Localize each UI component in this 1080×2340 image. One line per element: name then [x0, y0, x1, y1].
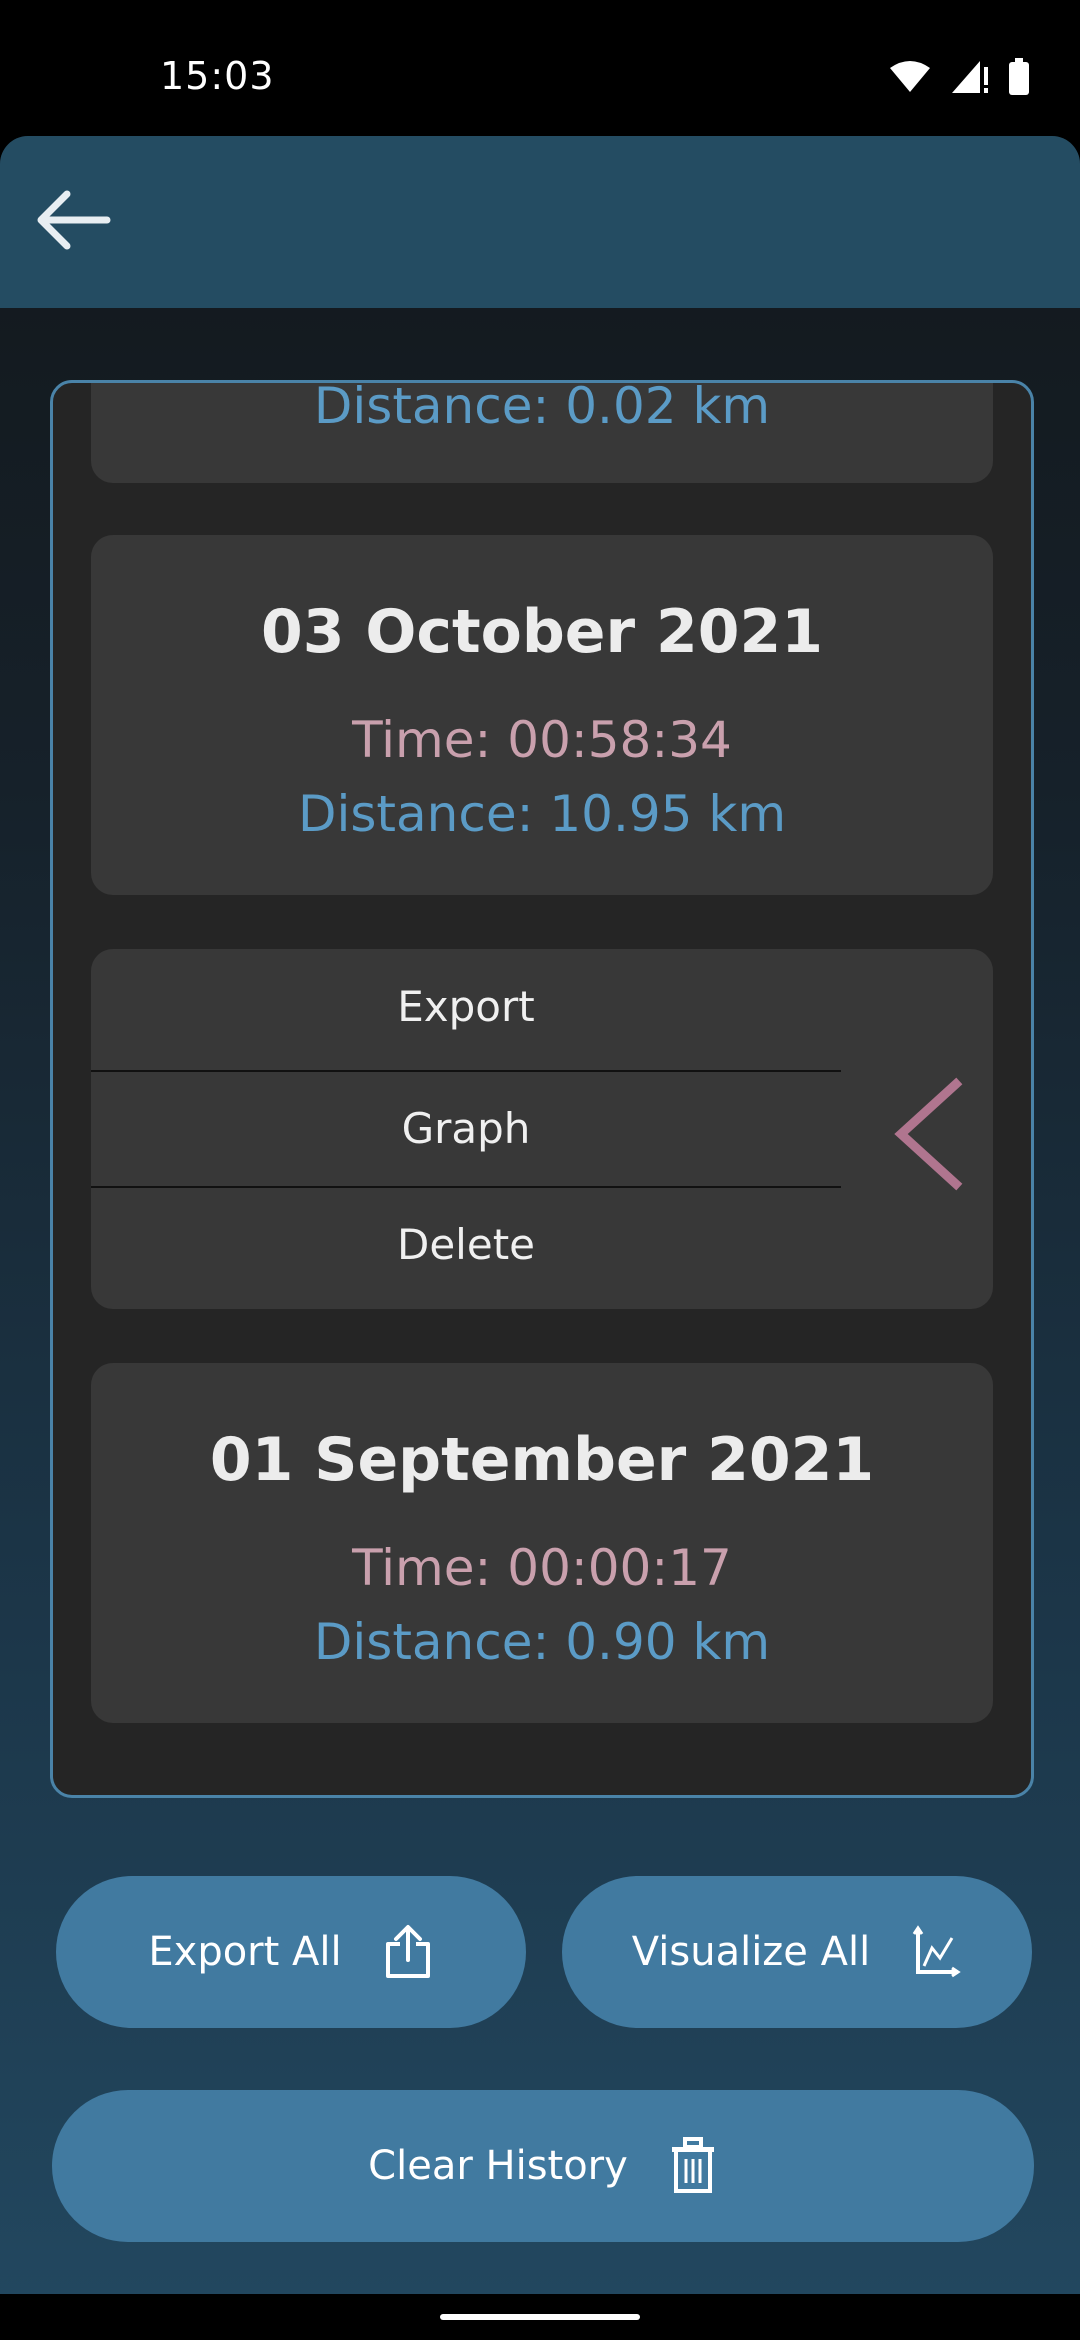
- history-card[interactable]: 01 September 2021 Time: 00:00:17 Distanc…: [91, 1363, 993, 1723]
- history-card[interactable]: 03 October 2021 Time: 00:58:34 Distance:…: [91, 535, 993, 895]
- clear-history-label: Clear History: [368, 2143, 628, 2189]
- card-distance: Distance: 0.02 km: [313, 380, 771, 435]
- trash-icon: [668, 2137, 718, 2195]
- app-bar: [0, 136, 1080, 308]
- export-all-label: Export All: [148, 1929, 342, 1975]
- chevron-left-icon: [871, 1077, 981, 1203]
- card-distance: Distance: 0.90 km: [313, 1613, 771, 1671]
- export-all-button[interactable]: Export All: [56, 1876, 526, 2028]
- delete-menu-item[interactable]: Delete: [91, 1187, 841, 1302]
- history-list[interactable]: Distance: 0.02 km 03 October 2021 Time: …: [50, 380, 1034, 1798]
- export-menu-item[interactable]: Export: [91, 949, 841, 1064]
- status-icons: [888, 58, 1030, 100]
- share-icon: [382, 1924, 434, 1980]
- visualize-all-label: Visualize All: [631, 1929, 871, 1975]
- card-date: 01 September 2021: [209, 1425, 875, 1495]
- signal-icon: [950, 59, 990, 99]
- visualize-all-button[interactable]: Visualize All: [562, 1876, 1032, 2028]
- wifi-icon: [888, 60, 932, 98]
- card-action-menu: Export Graph Delete: [91, 949, 993, 1309]
- clear-history-button[interactable]: Clear History: [52, 2090, 1034, 2242]
- chart-icon: [910, 1924, 962, 1980]
- arrow-left-icon: [33, 188, 113, 256]
- history-card-partial[interactable]: Distance: 0.02 km: [91, 380, 993, 483]
- status-bar: 15:03: [0, 0, 1080, 136]
- system-nav-bar: [0, 2294, 1080, 2340]
- card-date: 03 October 2021: [261, 597, 823, 667]
- status-time: 15:03: [160, 54, 275, 98]
- card-time: Time: 00:00:17: [352, 1539, 732, 1597]
- card-distance: Distance: 10.95 km: [297, 785, 787, 843]
- card-time: Time: 00:58:34: [352, 711, 732, 769]
- app-screen: Distance: 0.02 km 03 October 2021 Time: …: [0, 136, 1080, 2294]
- back-button[interactable]: [28, 184, 118, 260]
- battery-icon: [1008, 58, 1030, 100]
- home-gesture-handle[interactable]: [440, 2314, 640, 2320]
- graph-menu-item[interactable]: Graph: [91, 1071, 841, 1186]
- collapse-menu-button[interactable]: [871, 1069, 981, 1199]
